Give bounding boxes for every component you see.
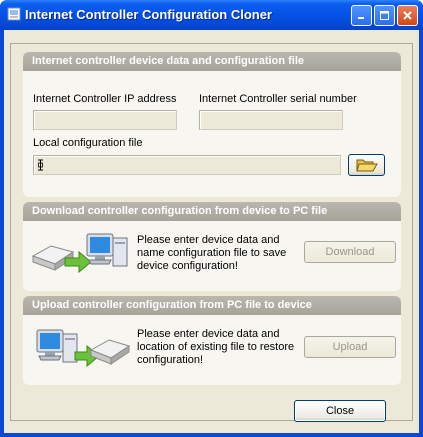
pc-to-device-icon <box>36 329 131 368</box>
upload-message: Please enter device data and location of… <box>137 328 295 366</box>
close-button[interactable]: Close <box>294 400 386 422</box>
text-cursor-icon <box>38 159 43 171</box>
open-folder-icon <box>355 159 378 172</box>
maximize-icon <box>380 11 389 20</box>
minimize-button[interactable] <box>351 5 372 26</box>
close-window-button[interactable] <box>397 5 418 26</box>
upload-header: Upload controller configuration from PC … <box>23 296 401 315</box>
ip-address-label: Internet Controller IP address <box>33 93 177 105</box>
upload-button[interactable]: Upload <box>304 336 396 358</box>
device-to-pc-icon <box>31 233 128 274</box>
serial-number-label: Internet Controller serial number <box>199 93 357 105</box>
app-icon <box>7 7 21 21</box>
serial-number-input[interactable] <box>199 110 343 130</box>
window-title: Internet Controller Configuration Cloner <box>25 7 272 22</box>
close-icon <box>403 11 412 20</box>
download-group: Download controller configuration from d… <box>23 202 401 291</box>
ip-address-input[interactable] <box>33 110 177 130</box>
app-window: Internet Controller Configuration Cloner… <box>0 0 423 437</box>
client-area: Internet controller device data and conf… <box>4 30 419 433</box>
device-data-header: Internet controller device data and conf… <box>23 52 401 71</box>
main-panel: Internet controller device data and conf… <box>10 43 413 421</box>
device-data-group: Internet controller device data and conf… <box>23 52 401 197</box>
download-header: Download controller configuration from d… <box>23 202 401 221</box>
title-bar[interactable]: Internet Controller Configuration Cloner <box>0 0 423 30</box>
download-message: Please enter device data and name config… <box>137 234 287 272</box>
browse-file-button[interactable] <box>348 154 385 176</box>
config-file-input[interactable] <box>33 155 341 175</box>
config-file-label: Local configuration file <box>33 137 143 149</box>
upload-group: Upload controller configuration from PC … <box>23 296 401 385</box>
download-button[interactable]: Download <box>304 241 396 263</box>
maximize-button[interactable] <box>374 5 395 26</box>
minimize-icon <box>358 17 364 19</box>
